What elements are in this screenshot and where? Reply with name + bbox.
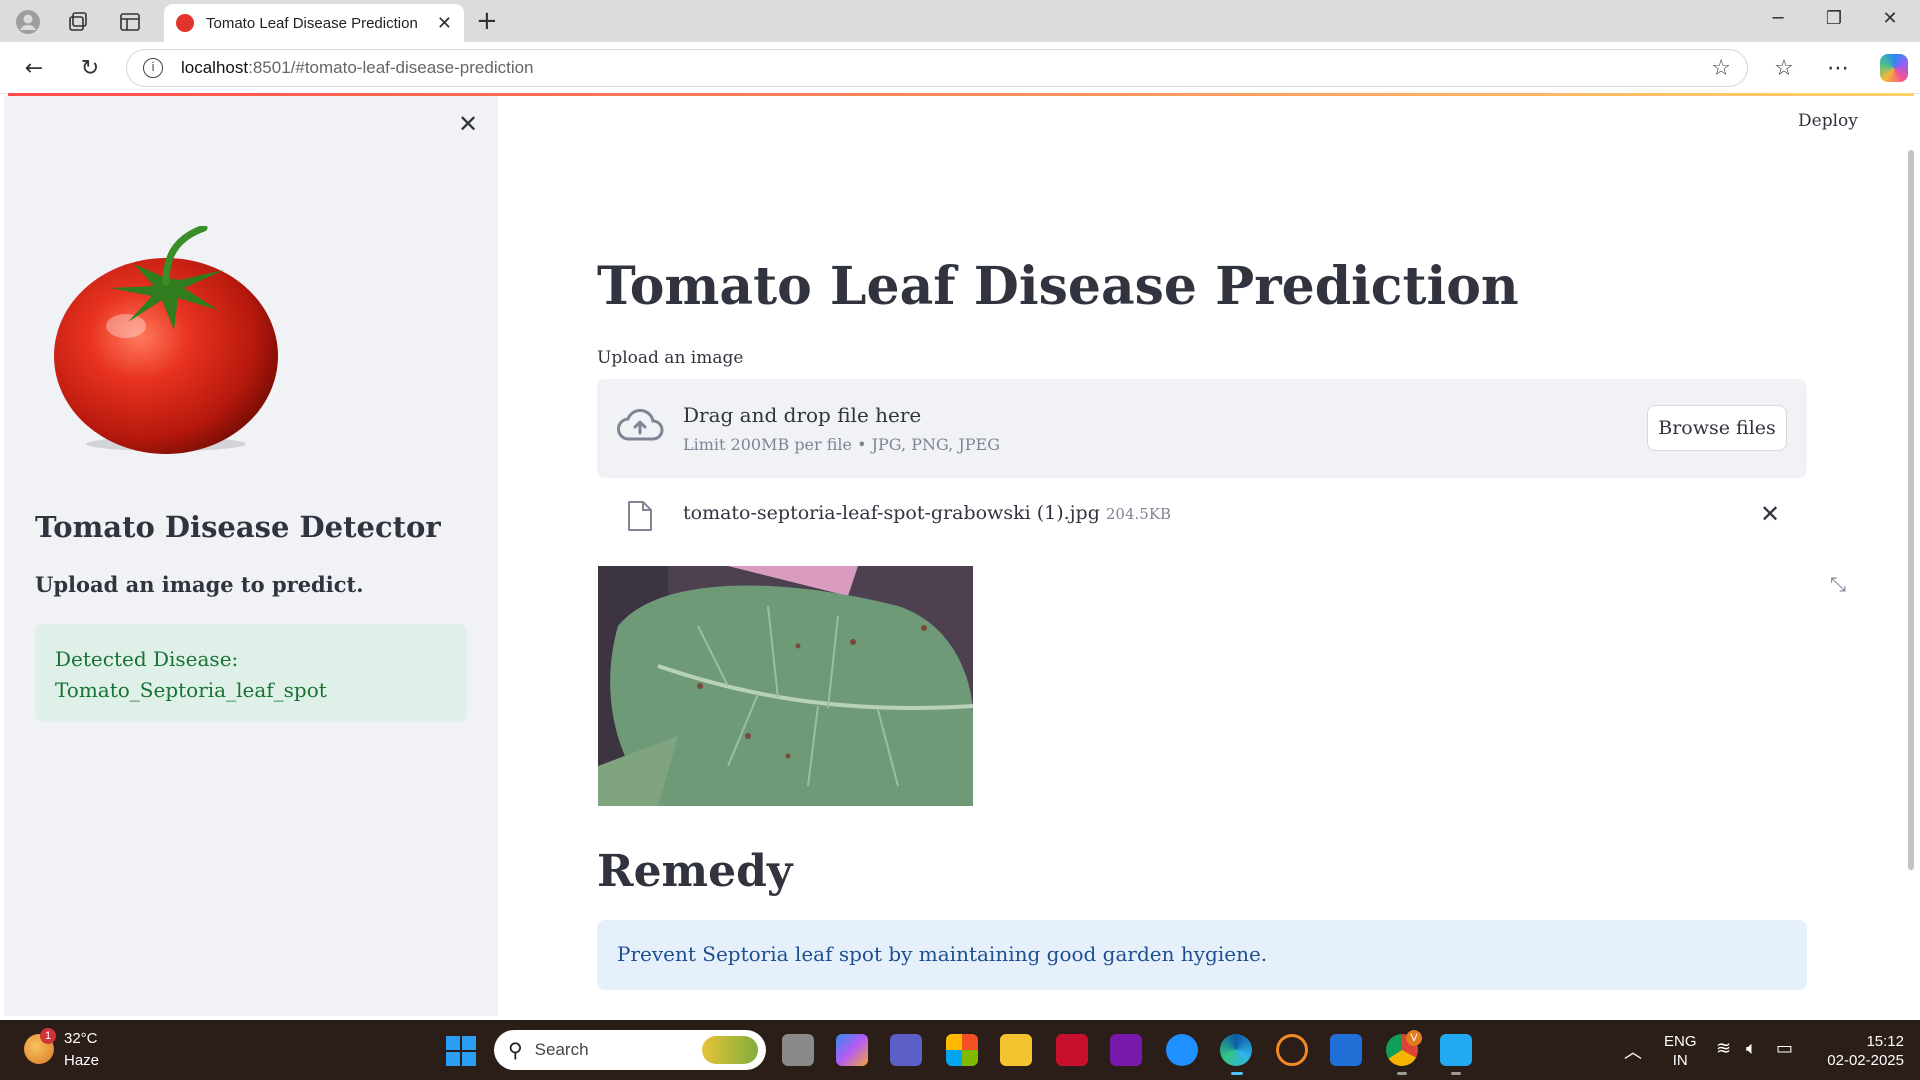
- tomato-favicon-icon: [176, 14, 194, 32]
- sidebar-close-icon[interactable]: ✕: [458, 110, 478, 138]
- sidebar-subtitle: Upload an image to predict.: [35, 572, 364, 597]
- detected-disease-label: Detected Disease:: [55, 647, 239, 671]
- battery-icon[interactable]: ▭: [1776, 1038, 1793, 1059]
- sidebar: ✕ Tomato Disease Detector Upload an imag…: [4, 96, 498, 1016]
- remedy-heading: Remedy: [597, 846, 793, 897]
- vscode-icon[interactable]: [1440, 1034, 1472, 1066]
- volume-icon[interactable]: 🔈︎: [1746, 1038, 1757, 1059]
- browser-toolbar: ← ↻ i localhost:8501/#tomato-leaf-diseas…: [0, 42, 1920, 94]
- edge-active-indicator: [1231, 1072, 1243, 1075]
- main-scrollbar[interactable]: [1908, 150, 1914, 870]
- uploaded-leaf-image: [598, 566, 973, 806]
- favorites-icon[interactable]: ☆: [1768, 52, 1800, 84]
- help-icon[interactable]: [1166, 1034, 1198, 1066]
- back-icon[interactable]: ←: [18, 52, 50, 84]
- deploy-button[interactable]: Deploy: [1798, 111, 1858, 131]
- chrome-running-indicator: [1397, 1072, 1407, 1075]
- vscode-running-indicator: [1451, 1072, 1461, 1075]
- file-explorer-icon[interactable]: [1000, 1034, 1032, 1066]
- reload-icon[interactable]: ↻: [74, 52, 106, 84]
- wifi-icon[interactable]: ≋: [1716, 1038, 1731, 1059]
- uploaded-file-size: 204.5KB: [1105, 505, 1172, 523]
- file-icon: [628, 501, 652, 531]
- url-text[interactable]: localhost:8501/#tomato-leaf-disease-pred…: [181, 58, 1711, 78]
- sidebar-title: Tomato Disease Detector: [35, 510, 441, 544]
- minimize-icon[interactable]: ─: [1758, 8, 1798, 29]
- cloud-upload-icon: [617, 408, 664, 441]
- active-tab[interactable]: Tomato Leaf Disease Prediction ✕: [164, 4, 464, 42]
- tab-close-icon[interactable]: ✕: [437, 13, 452, 34]
- new-tab-icon[interactable]: +: [476, 6, 498, 36]
- window-close-icon[interactable]: ✕: [1870, 8, 1910, 29]
- search-highlight-icon: [702, 1036, 758, 1064]
- show-hidden-icons-chevron-icon[interactable]: ︿: [1624, 1038, 1642, 1064]
- uploaded-file-row: tomato-septoria-leaf-spot-grabowski (1).…: [597, 498, 1807, 534]
- taskbar-search[interactable]: ⚲ Search: [494, 1030, 766, 1070]
- search-icon: ⚲: [508, 1038, 523, 1062]
- jupyter-icon[interactable]: [1276, 1034, 1308, 1066]
- uploaded-file-name: tomato-septoria-leaf-spot-grabowski (1).…: [683, 502, 1172, 524]
- vertical-tabs-icon[interactable]: [116, 8, 144, 36]
- detected-disease-alert: Detected Disease: Tomato_Septoria_leaf_s…: [35, 624, 467, 722]
- weather-notification-badge: 1: [40, 1028, 56, 1044]
- browser-tab-strip: Tomato Leaf Disease Prediction ✕ + ─ ❐ ✕: [0, 0, 1920, 42]
- weather-condition[interactable]: Haze: [64, 1052, 99, 1069]
- remove-file-icon[interactable]: ✕: [1760, 500, 1780, 528]
- tab-title: Tomato Leaf Disease Prediction: [206, 14, 418, 32]
- language-indicator[interactable]: ENG IN: [1664, 1032, 1697, 1070]
- task-view-icon[interactable]: [782, 1034, 814, 1066]
- taskbar-search-placeholder: Search: [534, 1040, 589, 1059]
- workspaces-icon[interactable]: [64, 8, 92, 36]
- chrome-profile-badge: V: [1406, 1030, 1422, 1046]
- more-options-icon[interactable]: ⋯: [1822, 52, 1854, 84]
- windows-taskbar: 1 32°C Haze ⚲ Search V ︿ ENG IN ≋ 🔈︎ ▭ 1…: [0, 1020, 1920, 1080]
- edge-icon[interactable]: [1220, 1034, 1252, 1066]
- restore-icon[interactable]: ❐: [1814, 8, 1854, 29]
- dropzone-instructions: Drag and drop file here: [683, 403, 922, 427]
- notepad-icon[interactable]: [1330, 1034, 1362, 1066]
- dropzone-limit: Limit 200MB per file • JPG, PNG, JPEG: [683, 435, 1000, 454]
- tomato-image: [54, 226, 278, 454]
- clock[interactable]: 15:12 02-02-2025: [1818, 1032, 1904, 1070]
- upload-label: Upload an image: [597, 348, 744, 368]
- site-info-icon[interactable]: i: [143, 58, 163, 78]
- copilot-icon[interactable]: [1880, 54, 1908, 82]
- favorite-star-icon[interactable]: ☆: [1711, 56, 1731, 81]
- mcafee-icon[interactable]: [1056, 1034, 1088, 1066]
- copilot-app-icon[interactable]: [836, 1034, 868, 1066]
- fullscreen-expand-icon[interactable]: ⤡: [1830, 572, 1846, 596]
- windows-start-icon[interactable]: [446, 1036, 476, 1066]
- page-title: Tomato Leaf Disease Prediction: [597, 256, 1519, 317]
- browse-files-button[interactable]: Browse files: [1647, 405, 1787, 451]
- weather-temperature[interactable]: 32°C: [64, 1030, 98, 1047]
- onenote-icon[interactable]: [1110, 1034, 1142, 1066]
- microsoft-store-icon[interactable]: [946, 1034, 978, 1066]
- teams-icon[interactable]: [890, 1034, 922, 1066]
- file-dropzone[interactable]: Drag and drop file here Limit 200MB per …: [597, 379, 1807, 478]
- profile-icon[interactable]: [14, 8, 42, 36]
- address-bar[interactable]: i localhost:8501/#tomato-leaf-disease-pr…: [126, 49, 1748, 87]
- remedy-info-box: Prevent Septoria leaf spot by maintainin…: [597, 920, 1807, 990]
- detected-disease-value: Tomato_Septoria_leaf_spot: [55, 678, 327, 702]
